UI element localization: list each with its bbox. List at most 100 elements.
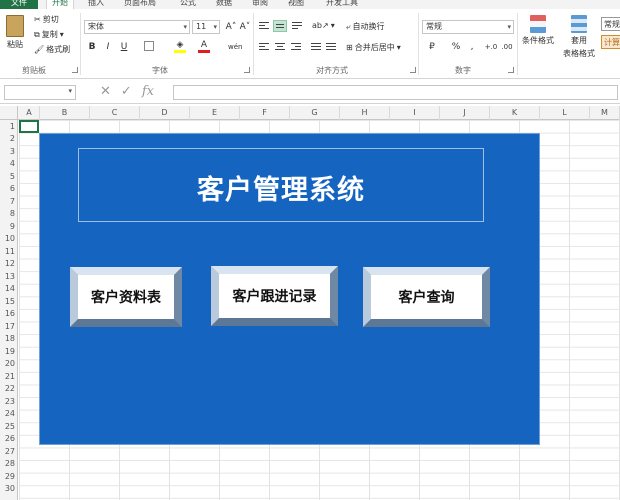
row-header[interactable]: 9	[0, 222, 18, 231]
tab-insert[interactable]: 插入	[88, 0, 104, 9]
number-launcher-icon[interactable]	[508, 67, 514, 73]
cancel-icon[interactable]: ✕	[100, 84, 111, 99]
row-header[interactable]: 29	[0, 472, 18, 481]
row-header[interactable]: 7	[0, 197, 18, 206]
customer-query-button[interactable]: 客户查询	[363, 267, 490, 327]
row-header[interactable]: 3	[0, 147, 18, 156]
column-header[interactable]: F	[240, 106, 290, 120]
column-header[interactable]: J	[440, 106, 490, 120]
comma-button[interactable]: ,	[466, 41, 478, 53]
column-header[interactable]: B	[40, 106, 90, 120]
row-header[interactable]: 11	[0, 247, 18, 256]
tab-home[interactable]: 开始	[46, 0, 74, 9]
formula-input[interactable]	[173, 85, 618, 100]
row-header[interactable]: 28	[0, 459, 18, 468]
row-header[interactable]: 20	[0, 359, 18, 368]
row-header[interactable]: 5	[0, 172, 18, 181]
style-calc[interactable]: 计算	[601, 35, 620, 49]
column-header[interactable]: H	[340, 106, 390, 120]
row-header[interactable]: 15	[0, 297, 18, 306]
wrap-text-button[interactable]: ⤶ 自动换行	[346, 21, 384, 32]
cut-button[interactable]: ✂ 剪切	[34, 14, 59, 25]
font-color-icon[interactable]: A	[198, 41, 210, 53]
align-top-icon[interactable]	[259, 22, 269, 31]
orientation-button[interactable]: ab↗ ▾	[312, 21, 335, 30]
row-header[interactable]: 23	[0, 397, 18, 406]
number-format-select[interactable]: 常规 ▾	[422, 20, 514, 34]
row-header[interactable]: 16	[0, 309, 18, 318]
tab-developer[interactable]: 开发工具	[326, 0, 358, 9]
row-header[interactable]: 2	[0, 134, 18, 143]
tab-page-layout[interactable]: 页面布局	[124, 0, 156, 9]
style-normal[interactable]: 常规	[601, 17, 620, 31]
decrease-indent-icon[interactable]	[311, 43, 321, 52]
fill-color-icon[interactable]: ◈	[174, 41, 186, 53]
tab-review[interactable]: 审阅	[252, 0, 268, 9]
tab-view[interactable]: 视图	[288, 0, 304, 9]
row-header[interactable]: 19	[0, 347, 18, 356]
merge-center-button[interactable]: ⊞ 合并后居中 ▾	[346, 42, 401, 53]
column-header[interactable]: A	[19, 106, 40, 120]
font-size-select[interactable]: 11 ▾	[192, 20, 220, 34]
phonetic-button[interactable]: wén	[228, 41, 242, 53]
column-header[interactable]: L	[540, 106, 590, 120]
row-header[interactable]: 4	[0, 159, 18, 168]
align-left-icon[interactable]	[259, 43, 269, 52]
align-bottom-icon[interactable]	[292, 22, 302, 31]
row-header[interactable]: 14	[0, 284, 18, 293]
row-header[interactable]: 18	[0, 334, 18, 343]
italic-button[interactable]: I	[102, 41, 114, 53]
percent-button[interactable]: %	[450, 41, 462, 53]
font-name-select[interactable]: 宋体 ▾	[84, 20, 190, 34]
row-header[interactable]: 26	[0, 434, 18, 443]
customer-data-button[interactable]: 客户资料表	[70, 267, 182, 327]
grow-font-button[interactable]: A˄	[224, 21, 238, 33]
shrink-font-button[interactable]: A˅	[238, 21, 252, 33]
decrease-decimal-button[interactable]: .00	[500, 41, 514, 53]
check-icon[interactable]: ✓	[121, 84, 132, 99]
fx-icon[interactable]: fx	[142, 84, 154, 99]
underline-button[interactable]: U	[118, 41, 130, 53]
copy-button[interactable]: ⧉ 复制 ▾	[34, 29, 64, 40]
row-header[interactable]: 25	[0, 422, 18, 431]
paste-button[interactable]: 粘贴	[6, 15, 24, 50]
alignment-launcher-icon[interactable]	[410, 67, 416, 73]
tab-formulas[interactable]: 公式	[180, 0, 196, 9]
border-icon[interactable]	[144, 41, 154, 51]
row-header[interactable]: 10	[0, 234, 18, 243]
row-header[interactable]: 24	[0, 409, 18, 418]
tab-file[interactable]: 文件	[0, 0, 38, 9]
column-header[interactable]: C	[90, 106, 140, 120]
bold-button[interactable]: B	[86, 41, 98, 53]
row-header[interactable]: 22	[0, 384, 18, 393]
column-header[interactable]: M	[590, 106, 620, 120]
format-painter-button[interactable]: 🖌 格式刷	[34, 44, 70, 55]
row-header[interactable]: 13	[0, 272, 18, 281]
increase-indent-icon[interactable]	[326, 43, 336, 52]
row-header[interactable]: 12	[0, 259, 18, 268]
currency-button[interactable]: ₽	[426, 41, 438, 53]
align-right-icon[interactable]	[291, 43, 301, 52]
row-header[interactable]: 27	[0, 447, 18, 456]
customer-followup-button[interactable]: 客户跟进记录	[211, 266, 338, 326]
selected-cell[interactable]	[19, 120, 39, 133]
column-header[interactable]: G	[290, 106, 340, 120]
select-all-corner[interactable]	[0, 106, 18, 120]
increase-decimal-button[interactable]: +.0	[484, 41, 498, 53]
align-middle-icon[interactable]	[273, 20, 287, 32]
column-header[interactable]: E	[190, 106, 240, 120]
name-box[interactable]: ▾	[4, 85, 76, 100]
row-header[interactable]: 1	[0, 122, 18, 131]
column-header[interactable]: K	[490, 106, 540, 120]
font-launcher-icon[interactable]	[244, 67, 250, 73]
row-header[interactable]: 30	[0, 484, 18, 493]
row-header[interactable]: 8	[0, 209, 18, 218]
column-header[interactable]: I	[390, 106, 440, 120]
column-header[interactable]: D	[140, 106, 190, 120]
clipboard-launcher-icon[interactable]	[72, 67, 78, 73]
tab-data[interactable]: 数据	[216, 0, 232, 9]
align-center-icon[interactable]	[275, 43, 285, 52]
conditional-format-button[interactable]: 条件格式	[522, 15, 554, 46]
row-header[interactable]: 17	[0, 322, 18, 331]
row-header[interactable]: 6	[0, 184, 18, 193]
